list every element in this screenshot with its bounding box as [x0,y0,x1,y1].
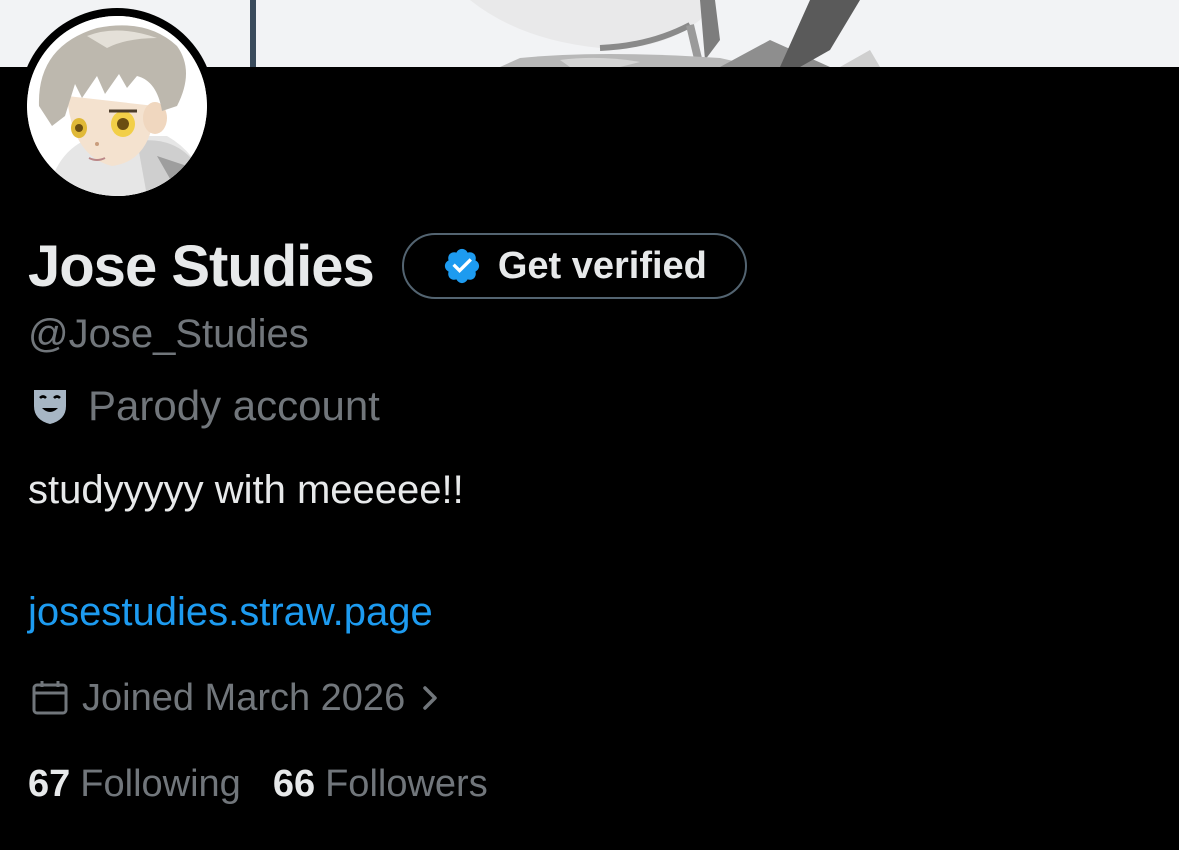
theater-mask-icon [30,386,70,426]
verified-badge-icon [442,246,482,286]
followers-count: 66 [272,762,316,805]
joined-date-row[interactable]: Joined March 2026 [30,672,443,724]
get-verified-button[interactable]: Get verified [401,233,747,299]
follow-stats: 67 Following 66 Followers [28,758,488,810]
avatar-illustration [27,16,207,196]
chevron-right-icon [419,680,443,716]
following-count: 67 [28,762,71,805]
following-label: Following [80,762,241,805]
followers-stat[interactable]: 66 Followers [273,763,488,806]
profile-bio: studyyyyy with meeeee!! [28,468,464,512]
parody-account-label[interactable]: Parody account [30,380,380,432]
profile-avatar[interactable] [19,8,215,204]
joined-date-text: Joined March 2026 [82,676,406,719]
avatar-image [27,16,207,196]
following-stat[interactable]: 67 Following [28,763,241,806]
calendar-icon [30,678,70,718]
get-verified-label: Get verified [497,244,707,287]
display-name: Jose Studies [28,233,375,299]
followers-label: Followers [325,762,488,805]
parody-account-text: Parody account [88,382,380,429]
profile-website-link[interactable]: josestudies.straw.page [28,590,433,635]
profile-handle: @Jose_Studies [28,312,309,356]
name-row: Jose Studies Get verified [28,228,747,304]
